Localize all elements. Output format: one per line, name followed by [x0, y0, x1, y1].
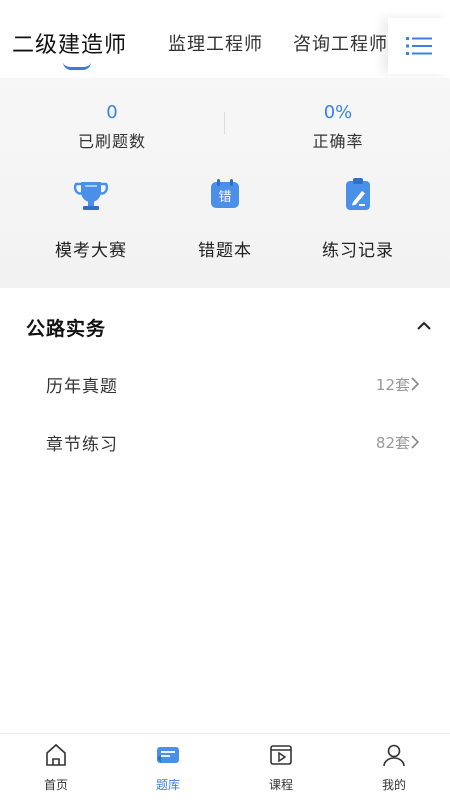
- nav-question-bank[interactable]: 题库: [138, 742, 198, 793]
- subject-tab-bar: 二级建造师 监理工程师 咨询工程师: [0, 0, 450, 78]
- chapter-practice-count: 82套: [375, 434, 410, 452]
- home-icon: [46, 743, 66, 766]
- profile-icon: [383, 744, 405, 767]
- practice-record-label: 练习记录: [322, 241, 394, 261]
- mistake-book-button[interactable]: 错 错题本: [165, 174, 285, 261]
- clipboard-edit-icon: [346, 178, 370, 210]
- chevron-up-icon[interactable]: [414, 316, 434, 336]
- mock-exam-label: 模考大赛: [55, 241, 127, 261]
- subject-menu-button[interactable]: [388, 18, 450, 74]
- done-count-value: 0: [106, 102, 118, 123]
- stats-panel: 0 已刷题数 0% 正确率 模考大赛 错 错题本 练习记录: [0, 78, 450, 288]
- question-bank-page: 二级建造师 监理工程师 咨询工程师 0 已刷题数 0% 正确率 模考大赛 错 错…: [0, 0, 450, 800]
- practice-record-button[interactable]: 练习记录: [298, 174, 418, 261]
- mock-exam-button[interactable]: 模考大赛: [31, 174, 151, 261]
- past-exams-row[interactable]: 历年真题 12套: [0, 362, 450, 406]
- tab-consulting-engineer[interactable]: 咨询工程师: [293, 30, 388, 56]
- nav-home-label: 首页: [43, 778, 68, 792]
- past-exams-count: 12套: [375, 376, 410, 394]
- nav-home[interactable]: 首页: [26, 742, 86, 793]
- tab-second-class-constructor[interactable]: 二级建造师: [12, 27, 127, 59]
- list-menu-icon: [406, 37, 432, 55]
- nav-profile[interactable]: 我的: [364, 742, 424, 793]
- nav-profile-label: 我的: [381, 778, 406, 792]
- tab-supervision-engineer[interactable]: 监理工程师: [168, 30, 263, 56]
- trophy-icon: [73, 182, 109, 210]
- accuracy-label: 正确率: [312, 132, 364, 151]
- chapter-practice-label: 章节练习: [46, 435, 118, 455]
- chevron-right-icon: [411, 435, 420, 449]
- past-exams-label: 历年真题: [46, 377, 118, 397]
- mistake-calendar-icon: 错: [211, 179, 239, 208]
- course-video-icon: [270, 745, 292, 765]
- accuracy-stat: 0% 正确率: [263, 102, 413, 152]
- active-tab-indicator: [63, 62, 91, 70]
- nav-courses-label: 课程: [268, 778, 293, 792]
- chapter-practice-row[interactable]: 章节练习 82套: [0, 420, 450, 464]
- section-title[interactable]: 公路实务: [26, 314, 106, 341]
- done-count-stat: 0 已刷题数: [37, 102, 187, 152]
- mistake-book-label: 错题本: [198, 241, 252, 261]
- accuracy-value: 0%: [323, 102, 353, 123]
- nav-question-bank-label: 题库: [155, 778, 180, 792]
- stats-divider: [224, 112, 225, 134]
- question-bank-icon: [157, 747, 179, 763]
- bottom-navigation: 首页 题库 课程 我的: [0, 733, 450, 800]
- nav-courses[interactable]: 课程: [251, 742, 311, 793]
- done-count-label: 已刷题数: [77, 132, 146, 151]
- svg-text:错: 错: [218, 190, 231, 205]
- chevron-right-icon: [411, 377, 420, 391]
